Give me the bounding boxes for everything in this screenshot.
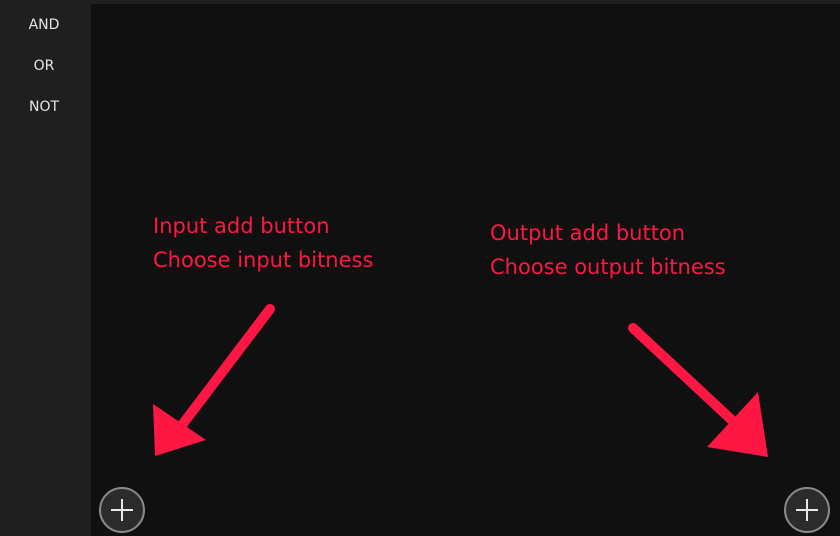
circuit-canvas[interactable]: Input add button Choose input bitness Ou… (91, 4, 840, 536)
plus-icon (111, 499, 133, 521)
output-add-button[interactable] (784, 487, 830, 533)
gate-sidebar: AND OR NOT (0, 0, 91, 536)
input-annotation-line-2: Choose input bitness (153, 248, 374, 272)
sidebar-item-not[interactable]: NOT (0, 98, 88, 116)
output-annotation-line-2: Choose output bitness (490, 255, 726, 279)
app-window: AND OR NOT Input add button Choose input… (0, 0, 840, 536)
input-annotation-line-1: Input add button (153, 214, 330, 238)
input-add-button[interactable] (99, 487, 145, 533)
output-annotation-line-1: Output add button (490, 221, 686, 245)
sidebar-item-and[interactable]: AND (0, 16, 88, 34)
output-annotation: Output add button Choose output bitness (490, 216, 726, 284)
input-annotation: Input add button Choose input bitness (153, 209, 373, 277)
sidebar-item-or[interactable]: OR (0, 57, 88, 75)
plus-icon (796, 499, 818, 521)
